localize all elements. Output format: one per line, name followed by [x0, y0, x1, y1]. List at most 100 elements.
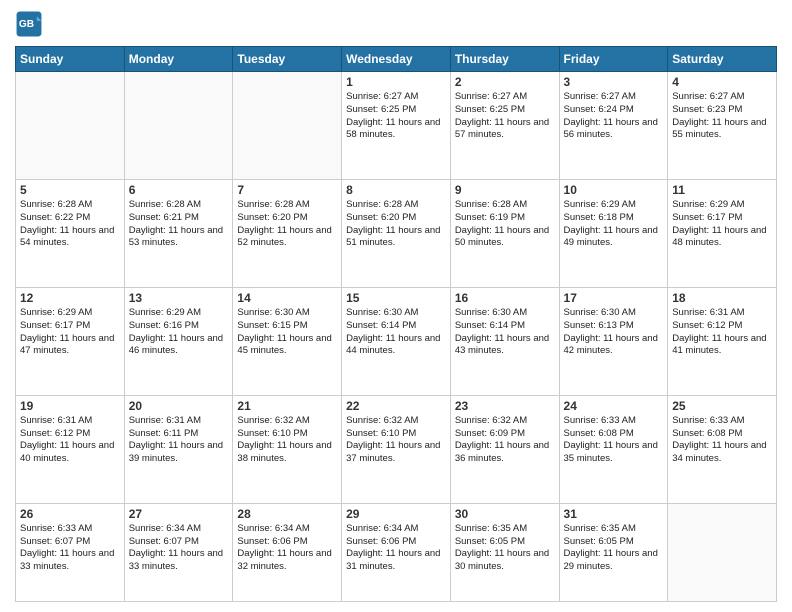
cell-info: Sunrise: 6:34 AM Sunset: 6:07 PM Dayligh…	[129, 523, 229, 574]
cell-info: Sunrise: 6:32 AM Sunset: 6:09 PM Dayligh…	[455, 415, 555, 466]
calendar-cell: 4Sunrise: 6:27 AM Sunset: 6:23 PM Daylig…	[668, 72, 777, 180]
day-number: 31	[564, 507, 664, 521]
cell-info: Sunrise: 6:29 AM Sunset: 6:17 PM Dayligh…	[20, 307, 120, 358]
day-number: 3	[564, 75, 664, 89]
calendar-cell: 14 Sunrise: 6:30 AM Sunset: 6:15 PM Dayli…	[233, 287, 342, 395]
cell-info: Sunrise: 6:34 AM Sunset: 6:06 PM Dayligh…	[346, 523, 446, 574]
calendar-week-row: 12 Sunrise: 6:29 AM Sunset: 6:17 PM Dayli…	[16, 287, 777, 395]
day-number: 12	[20, 291, 120, 305]
logo-icon: GB	[15, 10, 43, 38]
cell-info: Sunrise: 6:28 AM Sunset: 6:20 PM Dayligh…	[346, 199, 446, 250]
day-number: 16	[455, 291, 555, 305]
day-number: 7	[237, 183, 337, 197]
calendar-cell: 27 Sunrise: 6:34 AM Sunset: 6:07 PM Dayli…	[124, 503, 233, 601]
cell-info: Sunrise: 6:31 AM Sunset: 6:12 PM Dayligh…	[672, 307, 772, 358]
calendar-cell: 12 Sunrise: 6:29 AM Sunset: 6:17 PM Dayli…	[16, 287, 125, 395]
cell-info: Sunrise: 6:31 AM Sunset: 6:11 PM Dayligh…	[129, 415, 229, 466]
calendar-cell: 28 Sunrise: 6:34 AM Sunset: 6:06 PM Dayli…	[233, 503, 342, 601]
cell-info: Sunrise: 6:32 AM Sunset: 6:10 PM Dayligh…	[346, 415, 446, 466]
calendar-cell: 16Sunrise: 6:30 AM Sunset: 6:14 PM Dayli…	[450, 287, 559, 395]
header: GB	[15, 10, 777, 38]
calendar-cell: 18Sunrise: 6:31 AM Sunset: 6:12 PM Dayli…	[668, 287, 777, 395]
calendar-cell: 11Sunrise: 6:29 AM Sunset: 6:17 PM Dayli…	[668, 179, 777, 287]
weekday-header: Tuesday	[233, 47, 342, 72]
weekday-header: Sunday	[16, 47, 125, 72]
calendar-cell: 21 Sunrise: 6:32 AM Sunset: 6:10 PM Dayli…	[233, 395, 342, 503]
cell-info: Sunrise: 6:32 AM Sunset: 6:10 PM Dayligh…	[237, 415, 337, 466]
calendar-cell: 3 Sunrise: 6:27 AM Sunset: 6:24 PM Daylig…	[559, 72, 668, 180]
cell-info: Sunrise: 6:28 AM Sunset: 6:19 PM Dayligh…	[455, 199, 555, 250]
calendar-table: SundayMondayTuesdayWednesdayThursdayFrid…	[15, 46, 777, 602]
calendar-cell: 1Sunrise: 6:27 AM Sunset: 6:25 PM Daylig…	[342, 72, 451, 180]
day-number: 5	[20, 183, 120, 197]
weekday-header: Monday	[124, 47, 233, 72]
day-number: 22	[346, 399, 446, 413]
cell-info: Sunrise: 6:33 AM Sunset: 6:08 PM Dayligh…	[672, 415, 772, 466]
day-number: 27	[129, 507, 229, 521]
day-number: 4	[672, 75, 772, 89]
cell-info: Sunrise: 6:31 AM Sunset: 6:12 PM Dayligh…	[20, 415, 120, 466]
calendar-week-row: 26 Sunrise: 6:33 AM Sunset: 6:07 PM Dayli…	[16, 503, 777, 601]
day-number: 24	[564, 399, 664, 413]
day-number: 10	[564, 183, 664, 197]
cell-info: Sunrise: 6:33 AM Sunset: 6:07 PM Dayligh…	[20, 523, 120, 574]
calendar-cell: 2Sunrise: 6:27 AM Sunset: 6:25 PM Daylig…	[450, 72, 559, 180]
day-number: 20	[129, 399, 229, 413]
calendar-cell: 10 Sunrise: 6:29 AM Sunset: 6:18 PM Dayli…	[559, 179, 668, 287]
weekday-header: Friday	[559, 47, 668, 72]
weekday-header: Thursday	[450, 47, 559, 72]
calendar-cell: 13 Sunrise: 6:29 AM Sunset: 6:16 PM Dayli…	[124, 287, 233, 395]
day-number: 14	[237, 291, 337, 305]
calendar-cell: 30 Sunrise: 6:35 AM Sunset: 6:05 PM Dayli…	[450, 503, 559, 601]
calendar-week-row: 5 Sunrise: 6:28 AM Sunset: 6:22 PM Daylig…	[16, 179, 777, 287]
day-number: 28	[237, 507, 337, 521]
day-number: 25	[672, 399, 772, 413]
day-number: 23	[455, 399, 555, 413]
day-number: 26	[20, 507, 120, 521]
calendar-cell: 20 Sunrise: 6:31 AM Sunset: 6:11 PM Dayli…	[124, 395, 233, 503]
calendar-cell: 6Sunrise: 6:28 AM Sunset: 6:21 PM Daylig…	[124, 179, 233, 287]
calendar-cell: 9 Sunrise: 6:28 AM Sunset: 6:19 PM Daylig…	[450, 179, 559, 287]
cell-info: Sunrise: 6:29 AM Sunset: 6:18 PM Dayligh…	[564, 199, 664, 250]
day-number: 8	[346, 183, 446, 197]
svg-text:GB: GB	[19, 19, 34, 30]
day-number: 29	[346, 507, 446, 521]
calendar-cell: 25 Sunrise: 6:33 AM Sunset: 6:08 PM Dayli…	[668, 395, 777, 503]
cell-info: Sunrise: 6:35 AM Sunset: 6:05 PM Dayligh…	[564, 523, 664, 574]
cell-info: Sunrise: 6:33 AM Sunset: 6:08 PM Dayligh…	[564, 415, 664, 466]
cell-info: Sunrise: 6:30 AM Sunset: 6:13 PM Dayligh…	[564, 307, 664, 358]
cell-info: Sunrise: 6:35 AM Sunset: 6:05 PM Dayligh…	[455, 523, 555, 574]
day-number: 6	[129, 183, 229, 197]
day-number: 1	[346, 75, 446, 89]
calendar-cell: 24 Sunrise: 6:33 AM Sunset: 6:08 PM Dayli…	[559, 395, 668, 503]
calendar-cell	[233, 72, 342, 180]
cell-info: Sunrise: 6:30 AM Sunset: 6:14 PM Dayligh…	[346, 307, 446, 358]
calendar-cell: 22 Sunrise: 6:32 AM Sunset: 6:10 PM Dayli…	[342, 395, 451, 503]
cell-info: Sunrise: 6:29 AM Sunset: 6:17 PM Dayligh…	[672, 199, 772, 250]
cell-info: Sunrise: 6:30 AM Sunset: 6:15 PM Dayligh…	[237, 307, 337, 358]
calendar-cell: 15 Sunrise: 6:30 AM Sunset: 6:14 PM Dayli…	[342, 287, 451, 395]
day-number: 9	[455, 183, 555, 197]
calendar-page: GB SundayMondayTuesdayWednesdayThursdayF…	[0, 0, 792, 612]
calendar-week-row: 1Sunrise: 6:27 AM Sunset: 6:25 PM Daylig…	[16, 72, 777, 180]
day-number: 2	[455, 75, 555, 89]
calendar-cell: 31 Sunrise: 6:35 AM Sunset: 6:05 PM Dayli…	[559, 503, 668, 601]
calendar-cell: 17Sunrise: 6:30 AM Sunset: 6:13 PM Dayli…	[559, 287, 668, 395]
day-number: 15	[346, 291, 446, 305]
day-number: 19	[20, 399, 120, 413]
calendar-cell: 29 Sunrise: 6:34 AM Sunset: 6:06 PM Dayli…	[342, 503, 451, 601]
cell-info: Sunrise: 6:27 AM Sunset: 6:24 PM Dayligh…	[564, 91, 664, 142]
calendar-cell: 7Sunrise: 6:28 AM Sunset: 6:20 PM Daylig…	[233, 179, 342, 287]
day-number: 21	[237, 399, 337, 413]
calendar-cell: 19 Sunrise: 6:31 AM Sunset: 6:12 PM Dayli…	[16, 395, 125, 503]
calendar-cell: 26 Sunrise: 6:33 AM Sunset: 6:07 PM Dayli…	[16, 503, 125, 601]
weekday-header: Wednesday	[342, 47, 451, 72]
calendar-cell: 23 Sunrise: 6:32 AM Sunset: 6:09 PM Dayli…	[450, 395, 559, 503]
day-number: 30	[455, 507, 555, 521]
day-number: 13	[129, 291, 229, 305]
cell-info: Sunrise: 6:28 AM Sunset: 6:22 PM Dayligh…	[20, 199, 120, 250]
cell-info: Sunrise: 6:34 AM Sunset: 6:06 PM Dayligh…	[237, 523, 337, 574]
weekday-header: Saturday	[668, 47, 777, 72]
cell-info: Sunrise: 6:29 AM Sunset: 6:16 PM Dayligh…	[129, 307, 229, 358]
logo: GB	[15, 10, 47, 38]
